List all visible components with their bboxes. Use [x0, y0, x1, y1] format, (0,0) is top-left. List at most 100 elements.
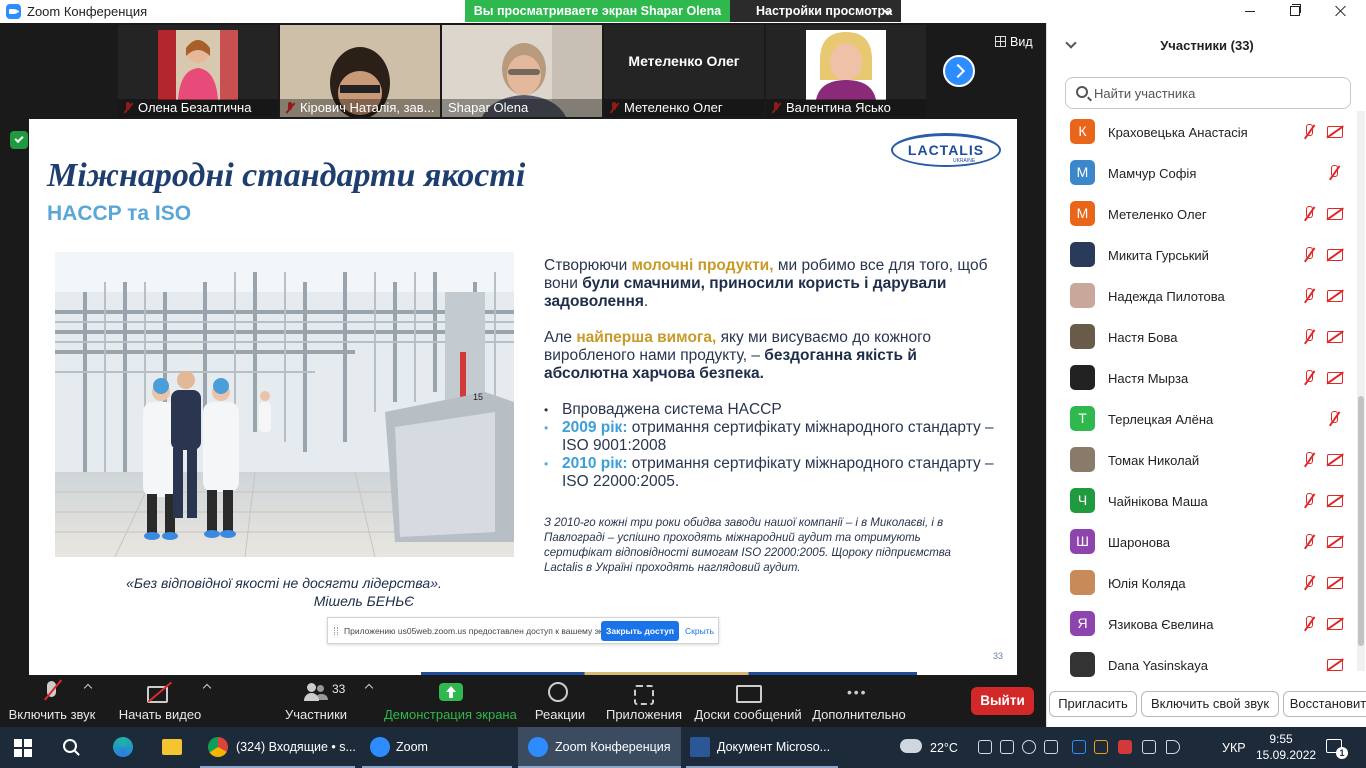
scroll-thumb[interactable]	[1358, 396, 1364, 646]
search-input[interactable]	[1094, 83, 1334, 103]
apps-button[interactable]: Приложения	[600, 677, 688, 727]
taskbar-chrome[interactable]: (324) Входящие • s...	[200, 727, 356, 768]
video-tile-name: Олена Безалтична	[118, 99, 278, 117]
tray-app-icon[interactable]	[1022, 740, 1036, 754]
stop-sharing-button[interactable]: Закрыть доступ	[601, 621, 679, 641]
unmute-button[interactable]: Включить звук	[0, 677, 104, 727]
restore-button[interactable]	[1272, 0, 1318, 23]
start-video-button[interactable]: Начать видео	[112, 677, 212, 727]
participant-row[interactable]: Я Язикова Євелина	[1047, 605, 1357, 646]
participant-row[interactable]: Т Терлецкая Алёна	[1047, 400, 1357, 441]
slide-title: Міжнародні стандарти якості	[47, 157, 526, 194]
avatar: М	[1070, 201, 1095, 226]
taskbar-explorer[interactable]	[158, 727, 188, 768]
whiteboards-label: Доски сообщений	[694, 707, 802, 722]
chevron-up-icon[interactable]	[202, 683, 212, 693]
participant-row[interactable]: Dana Yasinskaya	[1047, 646, 1357, 683]
slide-subtitle: HACCP та ISO	[47, 202, 192, 225]
share-screen-button[interactable]: Демонстрация экрана	[384, 677, 517, 727]
tray-app-icon[interactable]	[978, 740, 992, 754]
participant-row[interactable]: Микита Гурський	[1047, 236, 1357, 277]
video-tile[interactable]: Кірович Наталія, зав...	[280, 25, 440, 117]
taskbar-zoom[interactable]: Zoom	[362, 727, 512, 768]
volume-icon[interactable]	[1166, 740, 1180, 754]
more-button[interactable]: Дополнительно	[808, 677, 910, 727]
participant-row[interactable]: Надежда Пилотова	[1047, 277, 1357, 318]
tray-app-icon[interactable]	[1118, 740, 1132, 754]
unmute-me-button[interactable]: Включить свой звук	[1141, 691, 1279, 717]
view-settings-button[interactable]: Настройки просмотра	[730, 0, 901, 22]
participant-name: Настя Бова	[1108, 330, 1178, 345]
more-label: Дополнительно	[812, 707, 906, 722]
participant-search[interactable]	[1065, 77, 1351, 109]
participant-row[interactable]: Настя Мырза	[1047, 359, 1357, 400]
avatar: М	[1070, 160, 1095, 185]
invite-button[interactable]: Пригласить	[1049, 691, 1137, 717]
close-button[interactable]	[1318, 0, 1364, 23]
reactions-button[interactable]: Реакции	[530, 677, 590, 727]
shared-screen-slide: LACTALIS UKRAINE Міжнародні стандарти як…	[29, 119, 1017, 675]
zoom-tray-icon[interactable]	[1072, 740, 1086, 754]
clock-time: 9:55	[1269, 732, 1293, 746]
screen-access-bar: Приложению us05web.zoom.us предоставлен …	[327, 617, 719, 644]
video-off-icon	[1327, 290, 1343, 302]
tray-app-icon[interactable]	[1000, 740, 1014, 754]
participant-row[interactable]: М Метеленко Олег	[1047, 195, 1357, 236]
participant-row[interactable]: Томак Николай	[1047, 441, 1357, 482]
slide-body: Створюючи молочні продукти, ми робимо вс…	[544, 257, 994, 491]
tray-app-icon[interactable]	[1094, 740, 1108, 754]
video-tile[interactable]: Олена Безалтична	[118, 25, 278, 117]
lactalis-logo: LACTALIS UKRAINE	[891, 133, 1001, 167]
leave-meeting-button[interactable]: Выйти	[971, 687, 1034, 715]
clock[interactable]: 9:55 15.09.2022	[1256, 731, 1316, 763]
drag-handle[interactable]	[334, 627, 338, 635]
participant-list: К Краховецька Анастасія М Мамчур Софія М Мете…	[1047, 113, 1357, 683]
weather-temperature[interactable]: 22°C	[930, 741, 958, 755]
start-windows-icon[interactable]	[14, 739, 32, 757]
whiteboards-button[interactable]: Доски сообщений	[690, 677, 806, 727]
video-tile[interactable]: Валентина Ясько	[766, 25, 926, 117]
input-language[interactable]: УКР	[1222, 741, 1246, 755]
participant-row[interactable]: Юлія Коляда	[1047, 564, 1357, 605]
participants-button[interactable]: 33 Участники	[276, 677, 374, 727]
participant-video	[806, 30, 886, 100]
video-off-icon	[1327, 372, 1343, 384]
participant-name: Микита Гурський	[1108, 248, 1209, 263]
next-page-button[interactable]	[943, 55, 975, 87]
taskbar-label: Документ Microso...	[717, 740, 831, 754]
hide-button[interactable]: Скрыть	[685, 626, 714, 636]
panel-header: Участники (33)	[1047, 23, 1366, 68]
network-icon[interactable]	[1142, 740, 1156, 754]
participant-row[interactable]: Ш Шаронова	[1047, 523, 1357, 564]
reclaim-host-button[interactable]: Восстановит	[1283, 691, 1366, 717]
participant-row[interactable]: К Краховецька Анастасія	[1047, 113, 1357, 154]
participant-name: Метеленко Олег	[1108, 207, 1207, 222]
participant-row[interactable]: М Мамчур Софія	[1047, 154, 1357, 195]
taskbar-zoom-conference[interactable]: Zoom Конференция	[518, 727, 681, 768]
weather-cloud-icon[interactable]	[900, 739, 922, 753]
video-tile[interactable]: Метеленко Олег Метеленко Олег	[604, 25, 764, 117]
video-off-icon	[1327, 536, 1343, 548]
taskbar-label: Zoom Конференция	[555, 740, 671, 754]
taskbar-word[interactable]: Документ Microso...	[686, 727, 838, 768]
video-off-icon	[1327, 126, 1343, 138]
tray-app-icon[interactable]	[1044, 740, 1058, 754]
video-off-icon	[147, 681, 171, 703]
taskbar-label: (324) Входящие • s...	[236, 740, 356, 754]
participant-list-scrollbar[interactable]	[1357, 111, 1365, 671]
participant-name: Краховецька Анастасія	[1108, 125, 1248, 140]
chrome-icon	[208, 737, 228, 757]
avatar: Ч	[1070, 488, 1095, 513]
participant-row[interactable]: Настя Бова	[1047, 318, 1357, 359]
zoom-icon	[528, 737, 548, 757]
encryption-shield-icon[interactable]	[10, 131, 28, 149]
chevron-up-icon[interactable]	[83, 683, 93, 693]
chevron-up-icon[interactable]	[364, 683, 374, 693]
view-button[interactable]: Вид	[995, 35, 1033, 49]
minimize-button[interactable]	[1227, 0, 1273, 23]
participant-name: Мамчур Софія	[1108, 166, 1197, 181]
participant-row[interactable]: Ч Чайнікова Маша	[1047, 482, 1357, 523]
taskbar-edge[interactable]	[108, 727, 138, 768]
video-tile-active-speaker[interactable]: Shapar Olena	[442, 25, 602, 117]
search-icon[interactable]	[63, 739, 77, 753]
